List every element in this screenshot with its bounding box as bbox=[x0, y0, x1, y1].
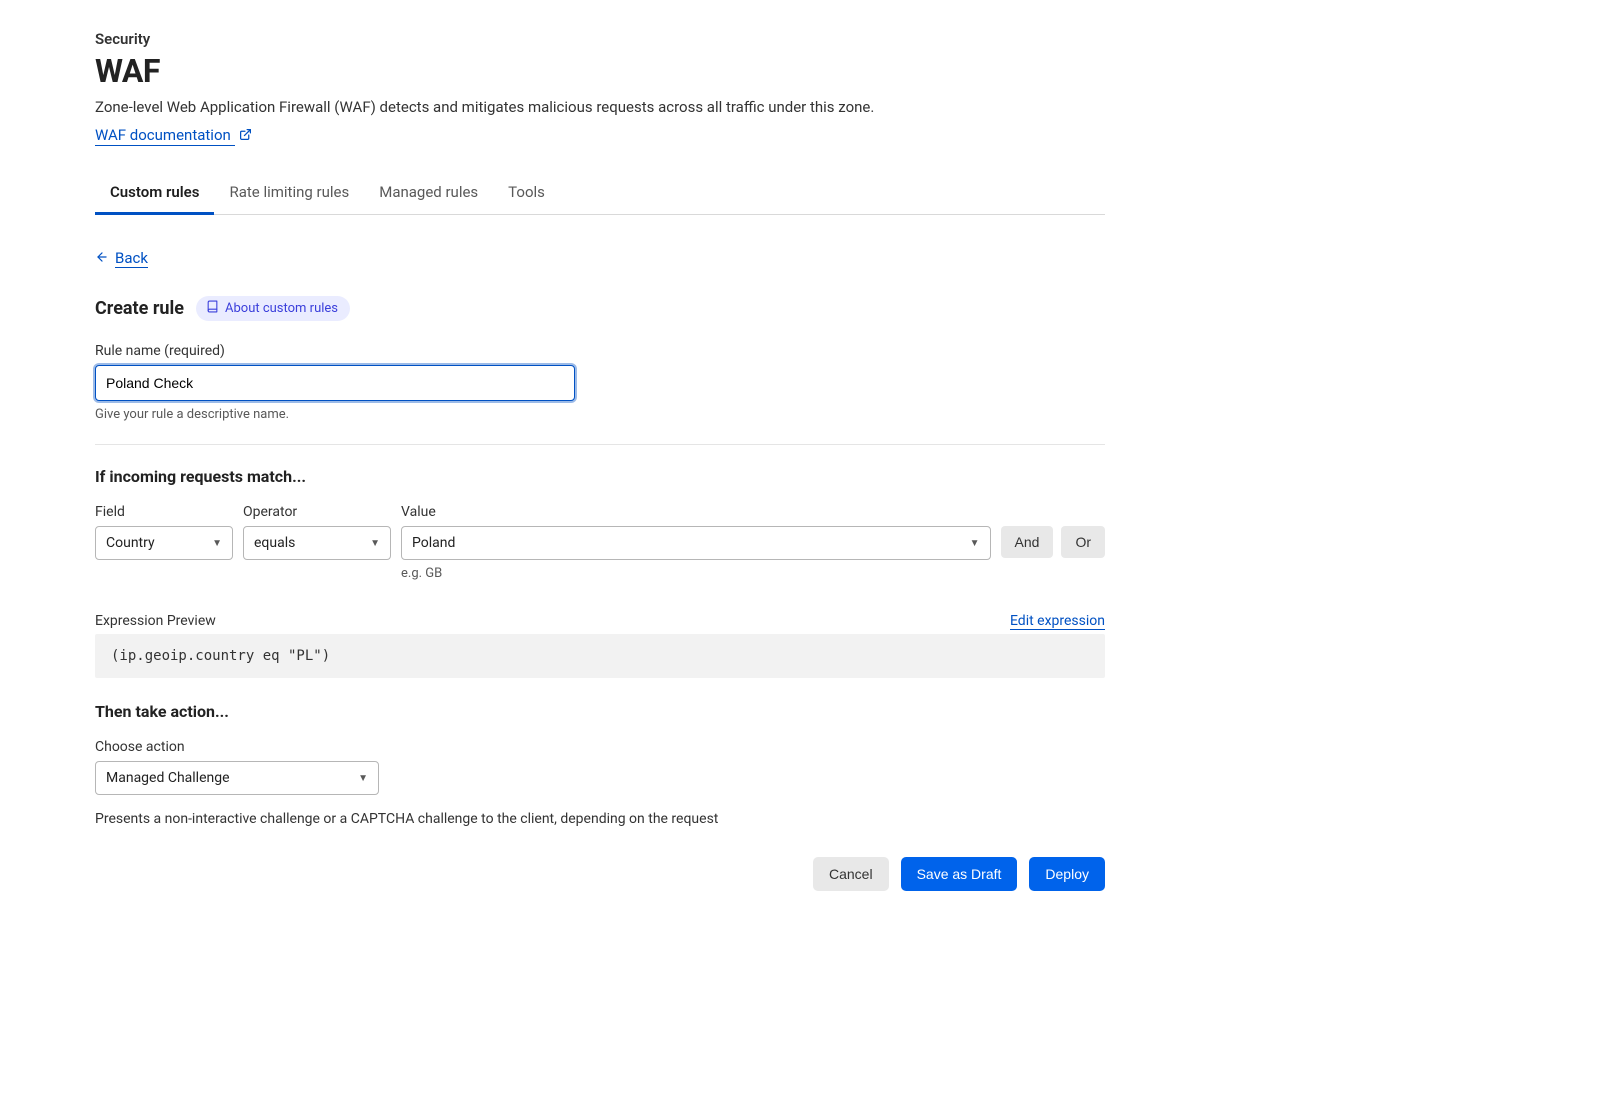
chevron-down-icon: ▼ bbox=[212, 538, 222, 549]
breadcrumb: Security bbox=[95, 30, 1105, 48]
external-link-icon bbox=[239, 128, 252, 145]
back-label: Back bbox=[115, 249, 148, 268]
action-select[interactable]: Managed Challenge ▼ bbox=[95, 761, 379, 795]
action-select-value: Managed Challenge bbox=[106, 770, 230, 786]
or-button[interactable]: Or bbox=[1061, 526, 1105, 558]
about-custom-rules-label: About custom rules bbox=[225, 301, 338, 316]
tab-managed-rules[interactable]: Managed rules bbox=[364, 173, 493, 215]
edit-expression-link[interactable]: Edit expression bbox=[1010, 613, 1105, 630]
value-hint: e.g. GB bbox=[401, 566, 991, 581]
rule-name-helper: Give your rule a descriptive name. bbox=[95, 407, 1105, 422]
chevron-down-icon: ▼ bbox=[370, 538, 380, 549]
operator-column-label: Operator bbox=[243, 504, 391, 520]
create-rule-title: Create rule bbox=[95, 298, 184, 319]
action-section-title: Then take action... bbox=[95, 702, 1105, 721]
tab-rate-limiting-rules[interactable]: Rate limiting rules bbox=[214, 173, 364, 215]
choose-action-label: Choose action bbox=[95, 739, 1105, 755]
rule-name-input[interactable] bbox=[95, 365, 575, 401]
operator-select-value: equals bbox=[254, 535, 295, 551]
tab-custom-rules[interactable]: Custom rules bbox=[95, 173, 214, 215]
value-select[interactable]: Poland ▼ bbox=[401, 526, 991, 560]
waf-documentation-link[interactable]: WAF documentation bbox=[95, 126, 235, 146]
field-column-label: Field bbox=[95, 504, 233, 520]
action-description: Presents a non-interactive challenge or … bbox=[95, 811, 1105, 827]
arrow-left-icon bbox=[95, 250, 109, 268]
waf-documentation-label: WAF documentation bbox=[95, 126, 231, 144]
tabs: Custom rules Rate limiting rules Managed… bbox=[95, 173, 1105, 215]
match-section-title: If incoming requests match... bbox=[95, 467, 1105, 486]
and-button[interactable]: And bbox=[1001, 526, 1054, 558]
value-column-label: Value bbox=[401, 504, 991, 520]
cancel-button[interactable]: Cancel bbox=[813, 857, 889, 891]
tab-tools[interactable]: Tools bbox=[493, 173, 560, 215]
field-select[interactable]: Country ▼ bbox=[95, 526, 233, 560]
page-title: WAF bbox=[95, 52, 1105, 90]
expression-preview-code: (ip.geoip.country eq "PL") bbox=[95, 634, 1105, 678]
about-custom-rules-badge[interactable]: About custom rules bbox=[196, 296, 350, 321]
save-as-draft-button[interactable]: Save as Draft bbox=[901, 857, 1018, 891]
chevron-down-icon: ▼ bbox=[358, 773, 368, 784]
rule-name-label: Rule name (required) bbox=[95, 343, 1105, 359]
divider bbox=[95, 444, 1105, 445]
chevron-down-icon: ▼ bbox=[970, 538, 980, 549]
back-link[interactable]: Back bbox=[95, 249, 148, 268]
book-icon bbox=[206, 300, 219, 317]
expression-preview-label: Expression Preview bbox=[95, 613, 216, 629]
operator-select[interactable]: equals ▼ bbox=[243, 526, 391, 560]
field-select-value: Country bbox=[106, 535, 155, 551]
page-description: Zone-level Web Application Firewall (WAF… bbox=[95, 98, 1105, 116]
value-select-value: Poland bbox=[412, 535, 455, 551]
deploy-button[interactable]: Deploy bbox=[1029, 857, 1105, 891]
